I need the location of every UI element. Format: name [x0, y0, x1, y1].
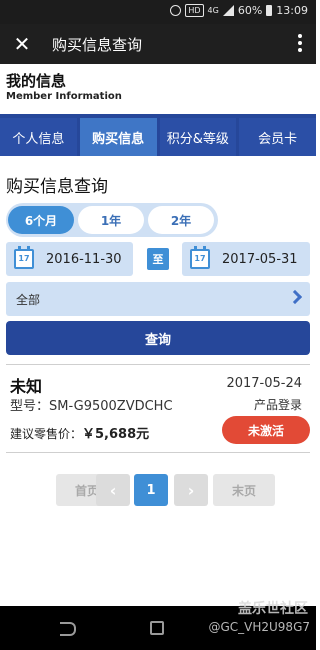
calendar-icon: 17 — [14, 246, 34, 269]
battery-icon — [266, 5, 273, 16]
member-tabs: 个人信息 购买信息 积分&等级 会员卡 — [0, 114, 316, 156]
end-date-value: 2017-05-31 — [222, 251, 298, 267]
divider — [6, 452, 310, 453]
period-selector: 6个月 1年 2年 — [6, 203, 218, 237]
divider — [6, 364, 310, 365]
app-bar: ✕ 购买信息查询 — [0, 24, 316, 64]
retail-price-value: ￥5,688元 — [82, 427, 150, 442]
signal-icon — [222, 5, 234, 16]
status-indicators: HD 4G 60% 13:09 — [170, 4, 308, 17]
product-model: 型号：SM-G9500ZVDCHC — [10, 399, 173, 414]
network-type: 4G — [207, 6, 219, 15]
category-select[interactable]: 全部 — [6, 282, 310, 316]
section-title: 购买信息查询 — [6, 177, 108, 197]
product-name: 未知 — [10, 377, 43, 396]
app-title: 购买信息查询 — [52, 36, 143, 54]
prev-page-button[interactable]: ‹ — [96, 474, 130, 506]
battery-percent: 60% — [237, 4, 263, 17]
tab-member-card[interactable]: 会员卡 — [239, 118, 316, 156]
next-page-button[interactable]: › — [174, 474, 208, 506]
tab-purchase-info[interactable]: 购买信息 — [79, 118, 157, 156]
member-subtitle: Member Information — [6, 91, 122, 102]
recent-apps-icon[interactable] — [60, 622, 76, 636]
purchase-date: 2017-05-24 — [226, 376, 302, 391]
home-icon[interactable] — [150, 621, 164, 635]
end-date-field[interactable]: 17 2017-05-31 — [182, 242, 310, 276]
current-page[interactable]: 1 — [134, 474, 168, 506]
tab-personal-info[interactable]: 个人信息 — [0, 118, 77, 156]
chevron-right-icon — [287, 289, 303, 305]
tab-points-level[interactable]: 积分&等级 — [159, 118, 237, 156]
status-bar: HD 4G 60% 13:09 — [0, 0, 316, 24]
period-2-years[interactable]: 2年 — [148, 206, 214, 234]
more-options-icon[interactable] — [296, 32, 304, 56]
activation-status-button[interactable]: 未激活 — [222, 416, 310, 444]
alarm-icon — [170, 5, 182, 16]
close-icon[interactable]: ✕ — [8, 30, 36, 58]
watermark-brand: 盖乐世社区 — [238, 601, 308, 617]
start-date-value: 2016-11-30 — [46, 251, 122, 267]
retail-price-label: 建议零售价： — [10, 427, 83, 441]
date-separator: 至 — [147, 248, 169, 270]
clock: 13:09 — [276, 4, 308, 17]
member-header: 我的信息 Member Information — [6, 72, 122, 104]
category-value: 全部 — [16, 293, 41, 307]
retail-price: 建议零售价：￥5,688元 — [10, 423, 149, 442]
member-title: 我的信息 — [6, 72, 67, 90]
query-button[interactable]: 查询 — [6, 321, 310, 355]
start-date-field[interactable]: 17 2016-11-30 — [6, 242, 133, 276]
registration-type: 产品登录 — [253, 398, 302, 412]
period-1-year[interactable]: 1年 — [78, 206, 144, 234]
hd-badge: HD — [185, 4, 204, 17]
period-6-months[interactable]: 6个月 — [8, 206, 74, 234]
calendar-icon: 17 — [190, 246, 210, 269]
watermark-user: @GC_VH2U98G7 — [208, 620, 310, 634]
last-page-button[interactable]: 末页 — [213, 474, 275, 506]
